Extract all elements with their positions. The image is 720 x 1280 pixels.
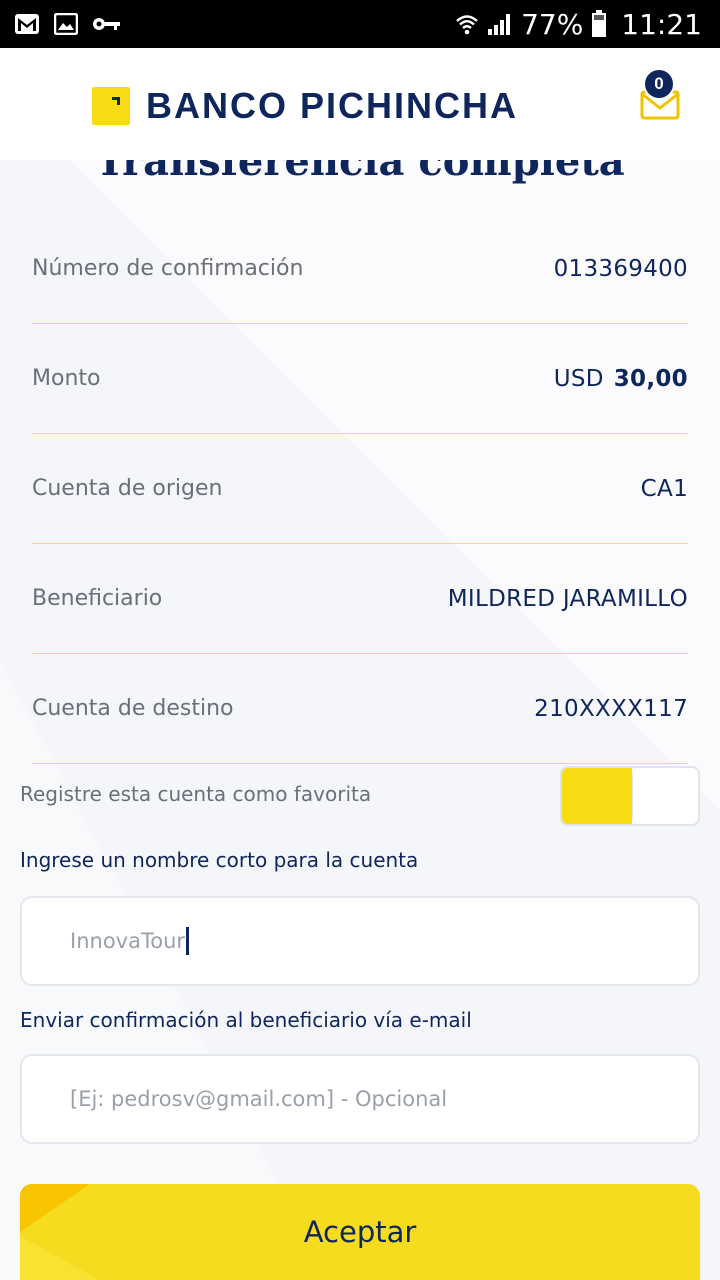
page-title: Transferencia completa: [95, 160, 625, 185]
brand-logo-mark: [92, 87, 130, 125]
battery-percent: 77%: [521, 7, 584, 41]
detail-row-beneficiary: Beneficiario MILDRED JARAMILLO: [32, 544, 688, 654]
email-label: Enviar confirmación al beneficiario vía …: [20, 1008, 472, 1032]
app-header: BANCO PICHINCHA: [0, 48, 720, 160]
detail-label: Monto: [32, 366, 101, 391]
brand-name: BANCO PICHINCHA: [146, 85, 518, 126]
amount-currency: USD: [553, 365, 604, 392]
detail-row-confirmation: Número de confirmación 013369400: [32, 214, 688, 324]
text-cursor: [186, 927, 190, 955]
detail-value: 013369400: [553, 255, 688, 282]
email-placeholder: [Ej: pedrosv@gmail.com] - Opcional: [70, 1087, 448, 1111]
amount-value: 30,00: [613, 365, 688, 392]
email-input[interactable]: [Ej: pedrosv@gmail.com] - Opcional: [20, 1054, 700, 1144]
gmail-icon: [14, 13, 40, 35]
transfer-summary: Transferencia completa Número de confirm…: [0, 160, 720, 1280]
detail-row-source-account: Cuenta de origen CA1: [32, 434, 688, 544]
gallery-icon: [54, 13, 78, 35]
detail-row-destination-account: Cuenta de destino 210XXXX117: [32, 654, 688, 764]
detail-label: Cuenta de origen: [32, 476, 223, 501]
toggle-knob: [632, 768, 698, 824]
page-title-container: Transferencia completa: [0, 160, 720, 194]
favorite-toggle[interactable]: [560, 766, 700, 826]
status-bar: 77% 11:21: [0, 0, 720, 48]
short-name-value: InnovaTour: [70, 929, 186, 953]
key-icon: [92, 15, 122, 33]
detail-label: Número de confirmación: [32, 256, 304, 281]
clock: 11:21: [621, 7, 702, 41]
accept-button-label: Aceptar: [303, 1215, 417, 1249]
battery-icon: [591, 10, 607, 38]
mail-count-badge: 0: [643, 68, 675, 100]
detail-value: CA1: [640, 475, 688, 502]
toggle-on-track: [562, 768, 632, 824]
short-name-label: Ingrese un nombre corto para la cuenta: [20, 848, 419, 872]
detail-value: USD 30,00: [554, 366, 688, 392]
signal-icon: [487, 12, 513, 36]
detail-label: Cuenta de destino: [32, 696, 234, 721]
favorite-label: Registre esta cuenta como favorita: [20, 782, 372, 806]
detail-value: 210XXXX117: [534, 695, 688, 722]
short-name-input[interactable]: InnovaTour: [20, 896, 700, 986]
detail-value: MILDRED JARAMILLO: [447, 585, 688, 612]
detail-row-amount: Monto USD 30,00: [32, 324, 688, 434]
brand-logo: BANCO PICHINCHA: [92, 85, 518, 127]
detail-label: Beneficiario: [32, 586, 163, 611]
wifi-icon: [455, 12, 479, 36]
accept-button[interactable]: Aceptar: [20, 1184, 700, 1280]
